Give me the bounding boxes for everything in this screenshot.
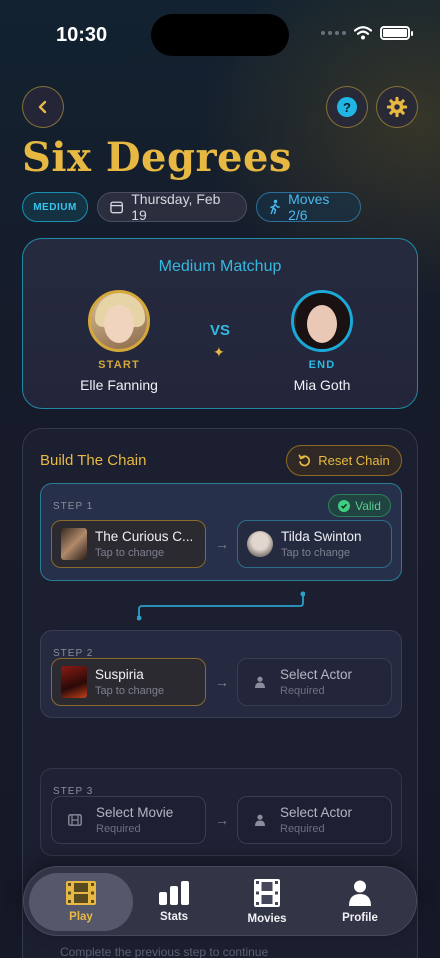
tab-label: Play (69, 911, 93, 923)
start-label: START (98, 359, 140, 371)
sparkle-icon: ✦ (213, 344, 225, 360)
movie-title: Select Movie (96, 805, 174, 820)
dynamic-island (151, 14, 289, 56)
reset-icon (298, 454, 311, 467)
back-button[interactable] (22, 86, 64, 128)
end-actor-name: Mia Goth (293, 377, 351, 393)
movie-poster (61, 666, 87, 698)
arrow-right-icon: → (215, 536, 229, 552)
settings-button[interactable] (376, 86, 418, 128)
person-icon (349, 880, 371, 906)
movie-subtitle: Required (96, 823, 141, 835)
actor-slot[interactable]: Tilda Swinton Tap to change (237, 520, 392, 568)
movie-slot[interactable]: Select Movie Required (51, 796, 206, 844)
start-actor-name: Elle Fanning (80, 377, 158, 393)
app-screen: 10:30 ? Six Degrees MEDIUM Thursday, Feb… (0, 0, 440, 958)
difficulty-badge: MEDIUM (22, 192, 88, 222)
movie-title: The Curious C... (95, 529, 194, 544)
actor-name: Tilda Swinton (281, 529, 362, 544)
step-2-card: STEP 2 Suspiria Tap to change → Select A… (40, 630, 402, 718)
chevron-left-icon (38, 100, 47, 114)
valid-badge: Valid (328, 494, 391, 517)
tab-movies[interactable]: Movies (215, 873, 319, 931)
vs-label: VS (209, 322, 230, 339)
movie-title: Suspiria (95, 667, 144, 682)
start-actor-avatar (88, 290, 150, 352)
tab-play[interactable]: Play (29, 873, 133, 931)
end-label: END (308, 359, 336, 371)
reset-chain-button[interactable]: Reset Chain (286, 445, 402, 476)
status-time: 10:30 (56, 24, 108, 46)
arrow-right-icon: → (215, 812, 229, 828)
moves-pill: Moves 2/6 (256, 191, 361, 223)
bottom-tab-bar: Play Stats Movies Profile (23, 866, 417, 936)
film-strip-icon (254, 879, 280, 907)
reset-chain-label: Reset Chain (318, 453, 390, 468)
chain-connector-line (137, 591, 305, 621)
actor-slot[interactable]: Select Actor Required (237, 796, 392, 844)
question-icon: ? (337, 97, 357, 117)
matchup-card: Medium Matchup START Elle Fanning VS ✦ E… (22, 238, 418, 409)
bar-chart-icon (159, 881, 189, 905)
date-pill: Thursday, Feb 19 (97, 191, 247, 223)
actor-subtitle: Required (280, 685, 325, 697)
tab-label: Stats (159, 911, 189, 923)
film-icon (68, 814, 82, 826)
battery-icon (380, 26, 413, 40)
cellular-signal-icon (321, 31, 346, 35)
walking-icon (270, 199, 280, 215)
movie-slot[interactable]: Suspiria Tap to change (51, 658, 206, 706)
gear-icon (386, 96, 408, 118)
actor-subtitle: Tap to change (281, 547, 351, 559)
arrow-right-icon: → (215, 674, 229, 690)
wifi-icon (354, 26, 372, 40)
actor-name: Select Actor (280, 667, 353, 682)
page-title: Six Degrees (22, 134, 292, 181)
locked-step-hint: Complete the previous step to continue (60, 945, 269, 958)
step-3-card: STEP 3 Select Movie Required → Select Ac… (40, 768, 402, 856)
person-icon (254, 814, 266, 826)
tab-profile[interactable]: Profile (308, 873, 412, 931)
tab-label: Movies (247, 913, 287, 925)
step-label: STEP 1 (53, 501, 94, 512)
moves-label: Moves 2/6 (288, 191, 330, 223)
status-icons (321, 26, 413, 40)
matchup-title: Medium Matchup (158, 258, 282, 275)
date-label: Thursday, Feb 19 (131, 191, 221, 223)
person-icon (254, 676, 266, 688)
end-actor-avatar (291, 290, 353, 352)
actor-photo (247, 531, 273, 557)
actor-slot[interactable]: Select Actor Required (237, 658, 392, 706)
movie-slot[interactable]: The Curious C... Tap to change (51, 520, 206, 568)
valid-label: Valid (355, 498, 381, 513)
chain-title: Build The Chain (40, 452, 147, 469)
step-1-card: STEP 1 Valid The Curious C... Tap to cha… (40, 483, 402, 581)
film-icon (66, 881, 96, 905)
actor-name: Select Actor (280, 805, 353, 820)
check-icon (338, 499, 351, 512)
movie-poster (61, 528, 87, 560)
movie-subtitle: Tap to change (95, 685, 165, 697)
actor-subtitle: Required (280, 823, 325, 835)
tab-stats[interactable]: Stats (122, 873, 226, 931)
help-button[interactable]: ? (326, 86, 368, 128)
tab-label: Profile (342, 912, 378, 924)
calendar-icon (110, 201, 123, 214)
movie-subtitle: Tap to change (95, 547, 165, 559)
